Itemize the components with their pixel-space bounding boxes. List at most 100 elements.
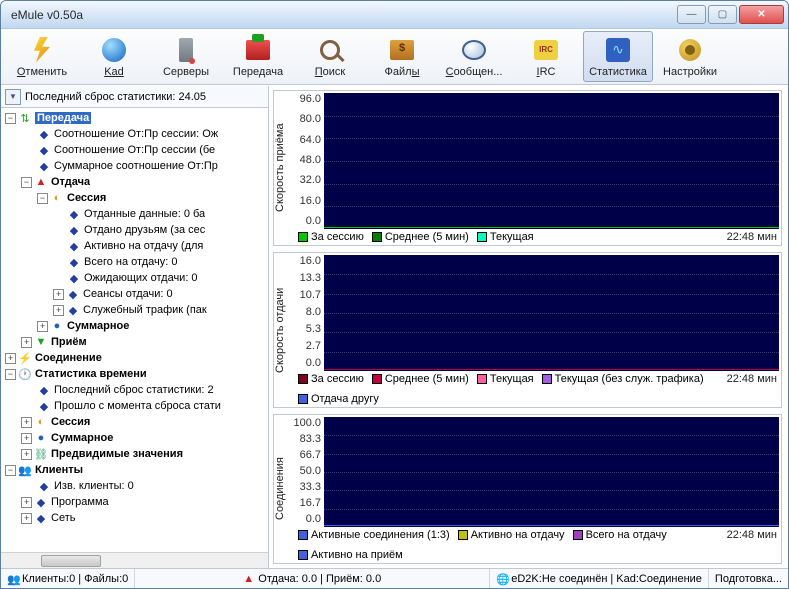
search-button[interactable]: Поиск [295,31,365,82]
tree-item-transfer[interactable]: − ⇅ Передача [1,110,268,126]
bullet-icon: ◆ [67,271,81,285]
transfer-button[interactable]: Передача [223,31,293,82]
legend-swatch [298,550,308,560]
chart-legend: За сессию Среднее (5 мин) Текущая 22:48 … [294,229,781,245]
legend-swatch [477,232,487,242]
chart-yaxis: 96.080.064.048.032.016.00.0 [294,91,324,229]
tree-item[interactable]: ◆Ожидающих отдачи: 0 [1,270,268,286]
expand-icon[interactable]: + [5,353,16,364]
bullet-icon: ◆ [66,287,80,301]
expand-icon[interactable]: + [21,449,32,460]
expand-icon[interactable]: + [53,305,64,316]
legend-swatch [298,394,308,404]
tree-item-summary[interactable]: +●Суммарное [1,318,268,334]
tree-item[interactable]: ◆Последний сброс статистики: 2 [1,382,268,398]
pie-icon: ◐ [34,415,48,429]
expand-icon[interactable]: + [37,321,48,332]
tree-item[interactable]: ◆Отданные данные: 0 ба [1,206,268,222]
collapse-icon[interactable]: − [37,193,48,204]
tree-item-timestats[interactable]: −🕐Статистика времени [1,366,268,382]
status-bar: 👥 Клиенты:0|Файлы:0 ▲ Отдача: 0.0 | Приё… [1,568,788,588]
collapse-icon[interactable]: − [5,113,16,124]
chart-yaxis: 16.013.310.78.05.32.70.0 [294,253,324,371]
main-toolbar: Отменить Kad Серверы Передача Поиск Файл… [1,29,788,85]
servers-button[interactable]: Серверы [151,31,221,82]
tree-item[interactable]: +◆Сеансы отдачи: 0 [1,286,268,302]
chart-yaxis: 100.083.366.750.033.316.70.0 [294,415,324,527]
horizontal-scrollbar[interactable] [1,552,268,568]
chart-time-range: 22:48 мин [727,373,777,385]
chart-plot-area [324,93,779,229]
close-button[interactable]: ✕ [739,5,784,24]
collapse-all-button[interactable]: ▼ [5,89,21,105]
settings-button[interactable]: Настройки [655,31,725,82]
tree-item[interactable]: ◆Всего на отдачу: 0 [1,254,268,270]
bullet-icon: ◆ [37,383,51,397]
bullet-icon: ◆ [66,303,80,317]
expand-icon[interactable]: + [21,513,32,524]
bullet-icon: ◆ [67,255,81,269]
legend-swatch [298,374,308,384]
tree-item[interactable]: ◆Соотношение От:Пр сессии: Ож [1,126,268,142]
tree-item-predicted[interactable]: +⛓Предвидимые значения [1,446,268,462]
files-button[interactable]: Файлы [367,31,437,82]
bullet-icon: ◆ [37,159,51,173]
expand-icon[interactable]: + [53,289,64,300]
down-arrow-icon: ▼ [34,335,48,349]
maximize-button[interactable]: ▢ [708,5,737,24]
scrollbar-thumb[interactable] [41,555,101,567]
expand-icon[interactable]: + [21,417,32,428]
tree-item-session2[interactable]: +◐Сессия [1,414,268,430]
tree-item[interactable]: ◆Отдано друзьям (за сес [1,222,268,238]
upload-speed-chart: Скорость отдачи 16.013.310.78.05.32.70.0… [273,252,782,408]
tree-item-summary2[interactable]: +●Суммарное [1,430,268,446]
bullet-icon: ◆ [34,495,48,509]
minimize-button[interactable]: — [677,5,706,24]
magnifier-icon [316,36,344,64]
content-area: ▼ Последний сброс статистики: 24.05 − ⇅ … [1,85,788,568]
status-network: 🌐 eD2K:Не соединён|Kad:Соединение [489,569,708,588]
tree-item-clients[interactable]: −👥Клиенты [1,462,268,478]
titlebar: eMule v0.50a — ▢ ✕ [1,1,788,29]
app-window: eMule v0.50a — ▢ ✕ Отменить Kad Серверы … [0,0,789,589]
tree-item-upload[interactable]: −▲Отдача [1,174,268,190]
collapse-icon[interactable]: − [5,465,16,476]
irc-button[interactable]: IRC IRC [511,31,581,82]
status-clients: 👥 Клиенты:0|Файлы:0 [1,569,134,588]
tree-item-connection[interactable]: +⚡Соединение [1,350,268,366]
chart-ylabel: Соединения [274,415,294,563]
globe-icon: 🌐 [496,573,508,585]
tree-item-network[interactable]: +◆Сеть [1,510,268,526]
statistics-button[interactable]: ∿ Статистика [583,31,653,82]
collapse-icon[interactable]: − [21,177,32,188]
expand-icon[interactable]: + [21,337,32,348]
legend-swatch [477,374,487,384]
tree-item[interactable]: ◆Суммарное соотношение От:Пр [1,158,268,174]
messages-button[interactable]: Сообщен... [439,31,509,82]
stats-tree[interactable]: − ⇅ Передача ◆Соотношение От:Пр сессии: … [1,108,268,568]
expand-icon[interactable]: + [21,497,32,508]
tree-item[interactable]: ◆Соотношение От:Пр сессии (бе [1,142,268,158]
legend-swatch [458,530,468,540]
chain-icon: ⛓ [34,447,48,461]
expand-icon[interactable]: + [21,433,32,444]
tree-item[interactable]: ◆Прошло с момента сброса стати [1,398,268,414]
collapse-icon[interactable]: − [5,369,16,380]
tree-item-program[interactable]: +◆Программа [1,494,268,510]
tree-item-download[interactable]: +▼Приём [1,334,268,350]
label-text: Настройки [663,66,717,78]
statistics-icon: ∿ [604,36,632,64]
legend-swatch [298,232,308,242]
kad-button[interactable]: Kad [79,31,149,82]
bullet-icon: ◆ [67,239,81,253]
bullet-icon: ◆ [67,207,81,221]
tree-item[interactable]: +◆Служебный трафик (пак [1,302,268,318]
chart-plot-area [324,417,779,527]
tree-item-session[interactable]: −◐Сессия [1,190,268,206]
label-text: Файлы [385,66,420,78]
people-icon: 👥 [7,573,19,585]
tree-item[interactable]: ◆Активно на отдачу (для [1,238,268,254]
label-text: Передача [233,66,283,78]
cancel-button[interactable]: Отменить [7,31,77,82]
tree-item[interactable]: ◆Изв. клиенты: 0 [1,478,268,494]
